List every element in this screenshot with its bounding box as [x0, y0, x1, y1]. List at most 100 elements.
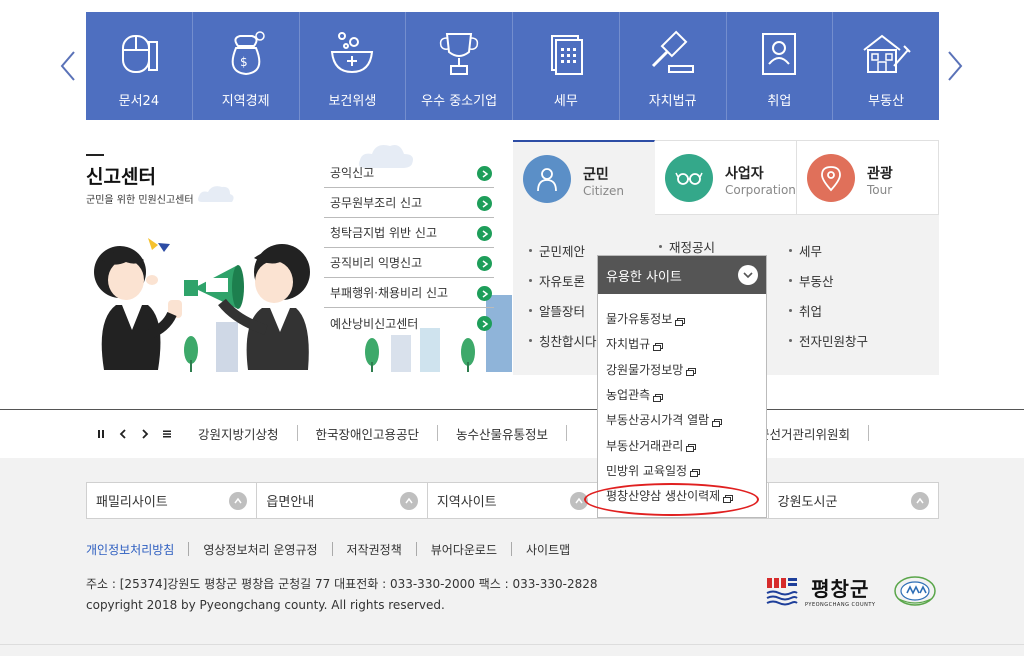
cctv-policy-link[interactable]: 영상정보처리 운영규정 — [189, 542, 333, 557]
report-link[interactable]: 공익신고 — [324, 158, 494, 188]
dropdown-item[interactable]: 강원물가정보망 — [598, 357, 766, 382]
report-link-label: 예산낭비신고센터 — [330, 316, 419, 331]
tab-name: 군민 — [583, 167, 609, 183]
report-link-label: 청탁금지법 위반 신고 — [330, 226, 437, 240]
quick-item-label: 우수 중소기업 — [421, 94, 498, 109]
rolling-controls — [90, 426, 178, 442]
wa-certification-badge-icon — [894, 575, 937, 606]
gangwon-city-select[interactable]: 강원도시군 — [769, 483, 938, 518]
list-all-button[interactable] — [156, 426, 178, 442]
quick-item-economy[interactable]: $ 지역경제 — [193, 12, 300, 120]
report-link-list: 공익신고 공무원부조리 신고 청탁금지법 위반 신고 공직비리 익명신고 부패행… — [324, 158, 494, 338]
dropdown-item[interactable]: 민방위 교육일정 — [598, 458, 766, 483]
tab-link[interactable]: 자유토론 — [529, 265, 597, 295]
tab-link[interactable]: 군민제안 — [529, 235, 597, 265]
report-link[interactable]: 공직비리 익명신고 — [324, 248, 494, 278]
family-site-select[interactable]: 패밀리사이트 — [87, 483, 258, 518]
tab-list: 군민 Citizen 사업자 Corporation 관광 Tour — [513, 140, 939, 215]
chevron-right-icon — [948, 51, 963, 81]
dropdown-list: 물가유통정보 자치법규 강원물가정보망 농업관측 부동산공시가격 열람 부동산거… — [598, 294, 766, 508]
report-center-subtitle: 군민을 위한 민원신고센터 — [86, 195, 194, 206]
viewer-download-link[interactable]: 뷰어다운로드 — [417, 542, 512, 557]
chevron-right-icon — [142, 429, 149, 439]
address-text: 주소 : [25374]강원도 평창군 평창읍 군청길 77 대표전화 : 03… — [86, 577, 598, 591]
sitemap-link[interactable]: 사이트맵 — [512, 542, 584, 557]
quick-item-label: 부동산 — [868, 94, 905, 109]
chevron-down-icon — [738, 265, 758, 285]
tab-link[interactable]: 세무 — [789, 235, 868, 265]
quick-item-label: 취업 — [767, 94, 792, 109]
footer: 패밀리사이트 읍면안내 지역사이트 강원도시군 개인정보처리방침 영상정보처리 … — [0, 458, 1024, 656]
tab-corporation[interactable]: 사업자 Corporation — [655, 140, 797, 215]
dropdown-item[interactable]: 물가유통정보 — [598, 306, 766, 331]
copyright-text: copyright 2018 by Pyeongchang county. Al… — [86, 598, 445, 612]
quick-item-label: 보건위생 — [328, 94, 377, 109]
privacy-policy-link[interactable]: 개인정보처리방침 — [86, 542, 190, 557]
prev-button[interactable] — [112, 426, 134, 442]
tab-link[interactable]: 칭찬합시다 — [529, 325, 597, 355]
quick-menu-next-button[interactable] — [946, 50, 964, 82]
arrow-right-circle-icon — [477, 256, 492, 271]
copyright-policy-link[interactable]: 저작권정책 — [333, 542, 417, 557]
link-column-3: 세무 부동산 취업 전자민원창구 — [789, 235, 868, 355]
town-guide-select[interactable]: 읍면안내 — [257, 483, 428, 518]
report-link-label: 공익신고 — [330, 166, 375, 180]
pause-icon — [98, 430, 104, 438]
rolling-site-link[interactable]: 한국장애인고용공단 — [298, 425, 439, 442]
regional-site-select[interactable]: 지역사이트 — [428, 483, 599, 518]
mouse-document-icon — [111, 26, 167, 82]
report-link[interactable]: 공무원부조리 신고 — [324, 188, 494, 218]
chevron-up-icon — [399, 492, 418, 510]
quick-item-doc24[interactable]: 문서24 — [86, 12, 193, 120]
menu-icon — [163, 430, 171, 438]
dropdown-item[interactable]: 농업관측 — [598, 382, 766, 407]
new-window-icon — [690, 466, 701, 478]
report-link[interactable]: 예산낭비신고센터 — [324, 308, 494, 338]
tab-english-name: Citizen — [583, 184, 625, 198]
house-icon — [858, 26, 914, 82]
highlight-annotation — [584, 483, 759, 516]
quick-item-realestate[interactable]: 부동산 — [833, 12, 939, 120]
logo-name: 평창군 — [811, 577, 870, 601]
quick-menu-prev-button[interactable] — [59, 50, 77, 82]
county-logo: 평창군 PYEONGCHANG COUNTY — [765, 573, 937, 608]
quick-item-tax[interactable]: 세무 — [513, 12, 620, 120]
dropdown-item[interactable]: 자치법규 — [598, 331, 766, 356]
dropdown-item[interactable]: 부동산공시가격 열람 — [598, 407, 766, 432]
quick-item-health[interactable]: 보건위생 — [300, 12, 407, 120]
arrow-right-circle-icon — [477, 166, 492, 181]
cloud-icon — [198, 186, 234, 202]
quick-item-regulation[interactable]: 자치법규 — [620, 12, 727, 120]
rolling-site-link[interactable]: 농수산물유통정보 — [438, 425, 568, 442]
quick-item-sme[interactable]: 우수 중소기업 — [406, 12, 513, 120]
logo-text-group: 평창군 PYEONGCHANG COUNTY — [805, 573, 875, 608]
pause-button[interactable] — [90, 426, 112, 442]
arrow-right-circle-icon — [477, 316, 492, 331]
useful-sites-dropdown: 유용한 사이트 물가유통정보 자치법규 강원물가정보망 농업관측 부동산공시가격… — [597, 255, 767, 518]
dropdown-title: 유용한 사이트 — [606, 269, 682, 285]
svg-text:$: $ — [240, 55, 248, 69]
report-link-label: 부패행위·채용비리 신고 — [330, 286, 449, 300]
report-link[interactable]: 부패행위·채용비리 신고 — [324, 278, 494, 308]
dropdown-item[interactable]: 부동산거래관리 — [598, 432, 766, 457]
tab-tour[interactable]: 관광 Tour — [797, 140, 939, 215]
quick-item-job[interactable]: 취업 — [727, 12, 834, 120]
tab-link[interactable]: 알뜰장터 — [529, 295, 597, 325]
quick-item-label: 세무 — [553, 94, 578, 109]
tab-link[interactable]: 취업 — [789, 295, 868, 325]
trophy-icon — [431, 26, 487, 82]
tab-link[interactable]: 부동산 — [789, 265, 868, 295]
tax-document-icon — [538, 26, 594, 82]
county-emblem-icon — [766, 577, 798, 605]
policy-links: 개인정보처리방침 영상정보처리 운영규정 저작권정책 뷰어다운로드 사이트맵 — [86, 542, 584, 557]
useful-sites-toggle[interactable]: 유용한 사이트 — [598, 256, 766, 294]
quick-item-label: 문서24 — [118, 94, 160, 109]
report-link[interactable]: 청탁금지법 위반 신고 — [324, 218, 494, 248]
logo-english: PYEONGCHANG COUNTY — [805, 602, 876, 608]
next-button[interactable] — [134, 426, 156, 442]
tab-name: 사업자 — [725, 166, 764, 182]
rolling-site-link[interactable]: 강원지방기상청 — [180, 425, 298, 442]
report-link-label: 공직비리 익명신고 — [330, 256, 423, 270]
tab-link[interactable]: 전자민원창구 — [789, 325, 868, 355]
tab-citizen[interactable]: 군민 Citizen — [513, 140, 655, 215]
